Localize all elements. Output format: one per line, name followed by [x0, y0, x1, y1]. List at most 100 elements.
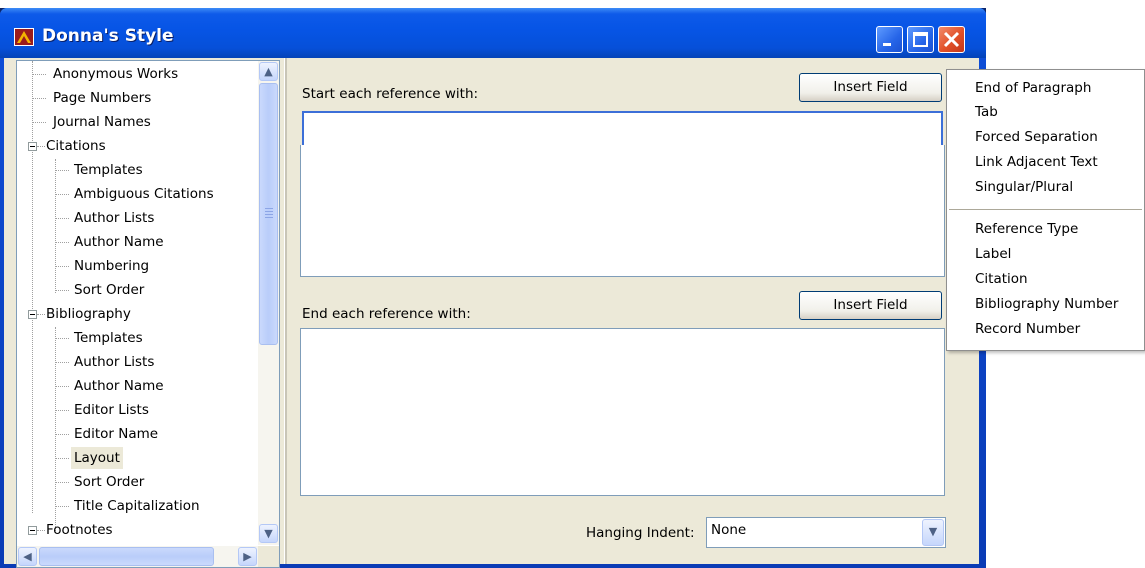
tree-item-page-numbers[interactable]: Page Numbers: [53, 87, 151, 109]
grip-line: [265, 211, 273, 212]
menu-separator: [949, 209, 1142, 210]
close-button[interactable]: [938, 26, 965, 53]
tree-line: [37, 146, 45, 147]
tree-line: [32, 98, 46, 99]
tree-item-numbering[interactable]: Numbering: [74, 255, 149, 277]
menu-item-reference-type[interactable]: Reference Type: [975, 217, 1078, 241]
tree-line: [55, 159, 56, 293]
start-reference-input[interactable]: [302, 111, 943, 148]
grip-line: [265, 214, 273, 215]
collapse-icon[interactable]: [28, 526, 37, 535]
tree-line: [55, 410, 69, 411]
collapse-icon[interactable]: [28, 310, 37, 319]
tree-line: [55, 362, 69, 363]
tree-item-editor-name[interactable]: Editor Name: [74, 423, 158, 445]
tree-line: [55, 218, 69, 219]
app-icon: [14, 28, 34, 46]
title-bar[interactable]: Donna's Style: [0, 8, 986, 58]
tree-horizontal-scrollbar[interactable]: ◀ ▶: [17, 546, 258, 567]
menu-item-forced-separation[interactable]: Forced Separation: [975, 125, 1098, 149]
maximize-button[interactable]: [907, 26, 934, 53]
tree-item-bibliography[interactable]: Bibliography: [46, 303, 131, 325]
tree-line: [55, 458, 69, 459]
end-reference-label: End each reference with:: [302, 306, 471, 322]
tree-line: [55, 506, 69, 507]
tree-line: [55, 170, 69, 171]
tree-line: [37, 314, 45, 315]
tree-line: [32, 74, 46, 75]
tree-item-citations-author-lists[interactable]: Author Lists: [74, 207, 154, 229]
tree-item-citations-author-name[interactable]: Author Name: [74, 231, 164, 253]
tree-line: [32, 122, 46, 123]
minimize-button[interactable]: [876, 26, 903, 53]
tree-line: [55, 290, 69, 291]
dropdown-button[interactable]: ▼: [922, 519, 944, 546]
menu-item-record-number[interactable]: Record Number: [975, 317, 1080, 341]
chevron-right-icon: ▶: [243, 550, 252, 563]
menu-item-label[interactable]: Label: [975, 242, 1011, 266]
minimize-icon: [883, 43, 891, 46]
tree-line: [55, 242, 69, 243]
menu-item-singular-plural[interactable]: Singular/Plural: [975, 175, 1073, 199]
menu-item-link-adjacent-text[interactable]: Link Adjacent Text: [975, 150, 1098, 174]
tree-line: [55, 338, 69, 339]
tree-item-ambiguous-citations[interactable]: Ambiguous Citations: [74, 183, 214, 205]
menu-item-citation[interactable]: Citation: [975, 267, 1028, 291]
grip-line: [265, 217, 273, 218]
chevron-down-icon: ▼: [928, 525, 938, 538]
tree-line: [55, 386, 69, 387]
tree-item-bibliography-author-lists[interactable]: Author Lists: [74, 351, 154, 373]
menu-item-bibliography-number[interactable]: Bibliography Number: [975, 292, 1118, 316]
maximize-icon: [913, 32, 928, 47]
window-client-area: Anonymous Works Page Numbers Journal Nam…: [4, 58, 979, 568]
collapse-icon[interactable]: [28, 142, 37, 151]
insert-field-button-end[interactable]: Insert Field: [799, 291, 942, 320]
style-tree[interactable]: Anonymous Works Page Numbers Journal Nam…: [16, 60, 280, 568]
tree-line: [55, 434, 69, 435]
tree-item-footnotes[interactable]: Footnotes: [46, 519, 113, 541]
scroll-left-button[interactable]: ◀: [18, 547, 37, 566]
start-reference-label: Start each reference with:: [302, 86, 479, 102]
scroll-down-button[interactable]: ▼: [259, 524, 278, 543]
tree-item-journal-names[interactable]: Journal Names: [53, 111, 151, 133]
tree-item-title-capitalization[interactable]: Title Capitalization: [74, 495, 200, 517]
menu-item-end-of-paragraph[interactable]: End of Paragraph: [975, 76, 1091, 100]
tree-item-editor-lists[interactable]: Editor Lists: [74, 399, 149, 421]
style-window: Donna's Style Anonymous Works Page Numbe…: [0, 8, 986, 568]
horizontal-scroll-thumb[interactable]: [39, 547, 214, 566]
hanging-indent-select[interactable]: None ▼: [706, 517, 946, 548]
tree-line: [55, 266, 69, 267]
tree-item-citations-templates[interactable]: Templates: [74, 159, 143, 181]
menu-item-tab[interactable]: Tab: [975, 100, 998, 124]
chevron-left-icon: ◀: [23, 550, 32, 563]
pane-divider[interactable]: [284, 58, 287, 564]
tree-item-citations-sort-order[interactable]: Sort Order: [74, 279, 144, 301]
hanging-indent-label: Hanging Indent:: [586, 525, 695, 541]
insert-field-menu: End of Paragraph Tab Forced Separation L…: [946, 69, 1145, 351]
tree-line: [55, 194, 69, 195]
scroll-right-button[interactable]: ▶: [238, 547, 257, 566]
window-title: Donna's Style: [42, 26, 174, 46]
vertical-scroll-thumb[interactable]: [259, 83, 278, 345]
tree-item-layout[interactable]: Layout: [71, 447, 123, 469]
tree-line: [37, 530, 45, 531]
hanging-indent-value: None: [711, 522, 747, 538]
tree-item-anonymous-works[interactable]: Anonymous Works: [53, 63, 178, 85]
tree-line: [32, 61, 33, 513]
scroll-corner: [258, 546, 279, 567]
chevron-up-icon: ▲: [264, 65, 273, 78]
tree-item-bibliography-sort-order[interactable]: Sort Order: [74, 471, 144, 493]
insert-field-button-start[interactable]: Insert Field: [799, 73, 942, 102]
tree-line: [55, 482, 69, 483]
end-reference-input[interactable]: [300, 328, 945, 496]
chevron-down-icon: ▼: [264, 527, 273, 540]
tree-item-bibliography-templates[interactable]: Templates: [74, 327, 143, 349]
start-reference-field-area[interactable]: [300, 145, 945, 277]
grip-line: [265, 208, 273, 209]
scroll-up-button[interactable]: ▲: [259, 62, 278, 81]
tree-line: [55, 327, 56, 533]
tree-item-bibliography-author-name[interactable]: Author Name: [74, 375, 164, 397]
tree-item-citations[interactable]: Citations: [46, 135, 106, 157]
close-icon: [943, 31, 960, 48]
tree-vertical-scrollbar[interactable]: ▲ ▼: [258, 61, 279, 545]
